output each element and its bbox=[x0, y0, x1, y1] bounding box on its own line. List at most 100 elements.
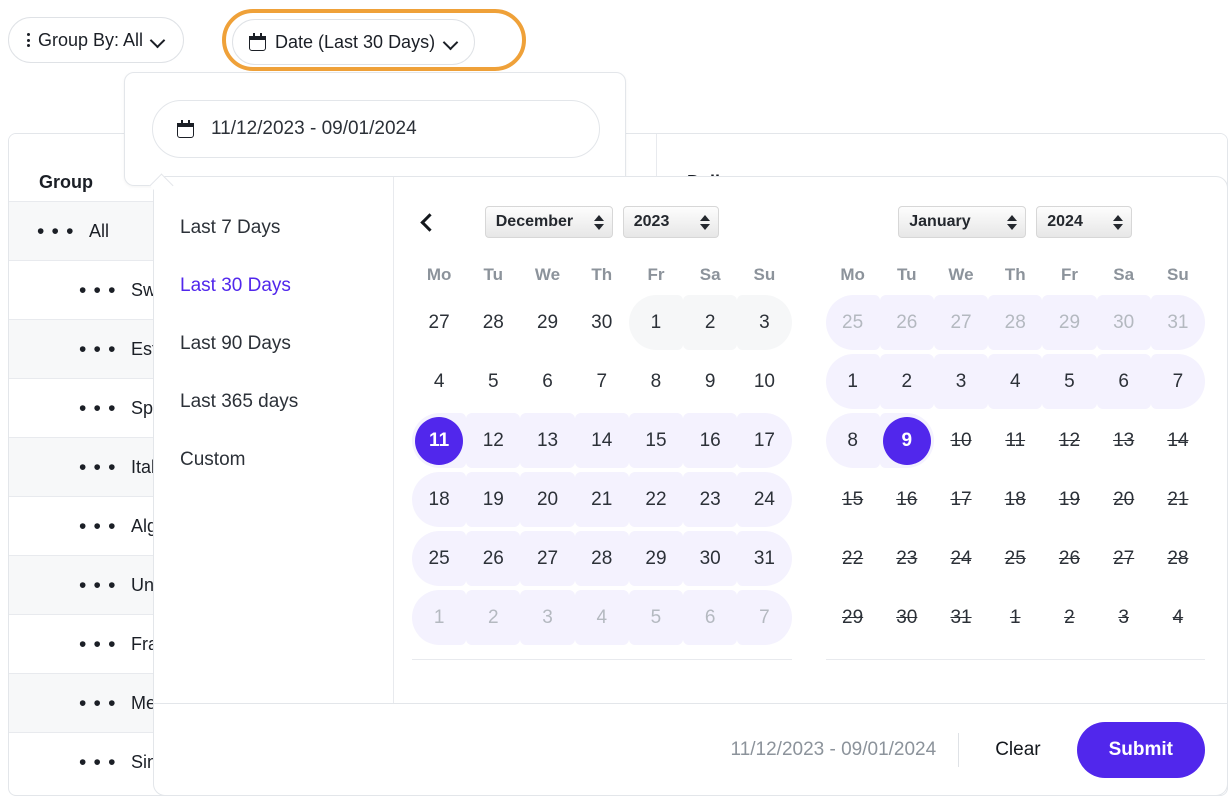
calendar-day[interactable]: 17 bbox=[737, 411, 791, 470]
preset-item-3[interactable]: Last 365 days bbox=[154, 373, 393, 431]
calendar-day[interactable]: 9 bbox=[683, 352, 737, 411]
clear-button[interactable]: Clear bbox=[981, 729, 1054, 771]
calendar-day[interactable]: 3 bbox=[934, 352, 988, 411]
month-select[interactable]: December bbox=[485, 206, 613, 238]
calendar-day[interactable]: 2 bbox=[683, 293, 737, 352]
date-filter-button[interactable]: Date (Last 30 Days) bbox=[232, 19, 475, 65]
year-select[interactable]: 2023 bbox=[623, 206, 719, 238]
spinner-icon[interactable] bbox=[1113, 215, 1123, 230]
group-by-filter-button[interactable]: Group By: All bbox=[8, 17, 184, 63]
table-cell-group: • • •Esto bbox=[9, 339, 177, 360]
calendar-day[interactable]: 28 bbox=[575, 529, 629, 588]
calendar-day[interactable]: 7 bbox=[575, 352, 629, 411]
calendar-day[interactable]: 30 bbox=[1097, 293, 1151, 352]
calendar-day[interactable]: 4 bbox=[412, 352, 466, 411]
spinner-icon[interactable] bbox=[594, 215, 604, 230]
footer-divider bbox=[958, 733, 959, 767]
calendar-day[interactable]: 11 bbox=[412, 411, 466, 470]
row-menu-icon[interactable]: • • • bbox=[79, 752, 117, 773]
calendar-day[interactable]: 8 bbox=[826, 411, 880, 470]
row-menu-icon[interactable]: • • • bbox=[79, 398, 117, 419]
calendar-day[interactable]: 14 bbox=[575, 411, 629, 470]
calendar-day[interactable]: 16 bbox=[683, 411, 737, 470]
calendar-day[interactable]: 18 bbox=[412, 470, 466, 529]
calendar-day[interactable]: 5 bbox=[1042, 352, 1096, 411]
calendar-day[interactable]: 6 bbox=[683, 588, 737, 647]
calendar-day: 27 bbox=[1097, 529, 1151, 588]
row-menu-icon[interactable]: • • • bbox=[79, 634, 117, 655]
preset-item-0[interactable]: Last 7 Days bbox=[154, 199, 393, 257]
calendar-day[interactable]: 27 bbox=[412, 293, 466, 352]
footer-range-text: 11/12/2023 - 09/01/2024 bbox=[731, 739, 937, 761]
row-menu-icon[interactable]: • • • bbox=[79, 280, 117, 301]
calendar-day[interactable]: 29 bbox=[520, 293, 574, 352]
day-number: 29 bbox=[1059, 312, 1080, 334]
calendar-day[interactable]: 3 bbox=[737, 293, 791, 352]
preset-item-1[interactable]: Last 30 Days bbox=[154, 257, 393, 315]
calendar-day[interactable]: 7 bbox=[1151, 352, 1205, 411]
row-menu-icon[interactable]: • • • bbox=[79, 457, 117, 478]
calendar-day[interactable]: 29 bbox=[629, 529, 683, 588]
calendar-day[interactable]: 26 bbox=[880, 293, 934, 352]
year-select[interactable]: 2024 bbox=[1036, 206, 1132, 238]
calendar-day[interactable]: 5 bbox=[629, 588, 683, 647]
calendar-day: 3 bbox=[1097, 588, 1151, 647]
prev-month-button[interactable] bbox=[412, 205, 446, 239]
spinner-icon[interactable] bbox=[700, 215, 710, 230]
calendar-day[interactable]: 26 bbox=[466, 529, 520, 588]
row-menu-icon[interactable]: • • • bbox=[79, 575, 117, 596]
submit-button[interactable]: Submit bbox=[1077, 722, 1205, 778]
calendar-day[interactable]: 20 bbox=[520, 470, 574, 529]
calendar-day[interactable]: 27 bbox=[934, 293, 988, 352]
calendar-day[interactable]: 21 bbox=[575, 470, 629, 529]
date-range-input[interactable]: 11/12/2023 - 09/01/2024 bbox=[152, 100, 600, 158]
day-number: 11 bbox=[1005, 430, 1025, 452]
calendar-day[interactable]: 22 bbox=[629, 470, 683, 529]
calendar-day[interactable]: 13 bbox=[520, 411, 574, 470]
calendar-day[interactable]: 1 bbox=[629, 293, 683, 352]
calendar-day[interactable]: 27 bbox=[520, 529, 574, 588]
calendar-day[interactable]: 8 bbox=[629, 352, 683, 411]
calendar-day[interactable]: 28 bbox=[466, 293, 520, 352]
row-menu-icon[interactable]: • • • bbox=[37, 221, 75, 242]
calendar-day[interactable]: 2 bbox=[880, 352, 934, 411]
calendar-day[interactable]: 3 bbox=[520, 588, 574, 647]
preset-item-2[interactable]: Last 90 Days bbox=[154, 315, 393, 373]
calendar-day[interactable]: 25 bbox=[826, 293, 880, 352]
calendar-day[interactable]: 6 bbox=[1097, 352, 1151, 411]
day-number: 29 bbox=[645, 548, 666, 570]
calendar-day[interactable]: 5 bbox=[466, 352, 520, 411]
calendar-day[interactable]: 30 bbox=[575, 293, 629, 352]
preset-item-4[interactable]: Custom bbox=[154, 431, 393, 489]
month-select[interactable]: January bbox=[898, 206, 1026, 238]
calendar-day[interactable]: 9 bbox=[880, 411, 934, 470]
weekday-label: Su bbox=[1151, 257, 1205, 293]
day-number: 24 bbox=[950, 548, 971, 570]
day-number: 15 bbox=[645, 430, 666, 452]
spinner-icon[interactable] bbox=[1007, 215, 1017, 230]
calendar-day[interactable]: 4 bbox=[575, 588, 629, 647]
calendar-day[interactable]: 31 bbox=[737, 529, 791, 588]
calendar-day[interactable]: 25 bbox=[412, 529, 466, 588]
row-menu-icon[interactable]: • • • bbox=[79, 339, 117, 360]
calendar-day[interactable]: 2 bbox=[466, 588, 520, 647]
weekday-label: Th bbox=[575, 257, 629, 293]
calendar-day[interactable]: 12 bbox=[466, 411, 520, 470]
date-picker-footer: 11/12/2023 - 09/01/2024 Clear Submit bbox=[154, 703, 1227, 795]
calendar-day[interactable]: 4 bbox=[988, 352, 1042, 411]
calendar-day[interactable]: 31 bbox=[1151, 293, 1205, 352]
calendar-day[interactable]: 24 bbox=[737, 470, 791, 529]
calendar-day[interactable]: 1 bbox=[826, 352, 880, 411]
calendar-day[interactable]: 28 bbox=[988, 293, 1042, 352]
row-menu-icon[interactable]: • • • bbox=[79, 693, 117, 714]
calendar-day[interactable]: 30 bbox=[683, 529, 737, 588]
calendar-day[interactable]: 19 bbox=[466, 470, 520, 529]
row-menu-icon[interactable]: • • • bbox=[79, 516, 117, 537]
calendar-day[interactable]: 7 bbox=[737, 588, 791, 647]
calendar-day[interactable]: 23 bbox=[683, 470, 737, 529]
calendar-day[interactable]: 1 bbox=[412, 588, 466, 647]
calendar-day[interactable]: 15 bbox=[629, 411, 683, 470]
calendar-day[interactable]: 10 bbox=[737, 352, 791, 411]
calendar-day[interactable]: 29 bbox=[1042, 293, 1096, 352]
calendar-day[interactable]: 6 bbox=[520, 352, 574, 411]
